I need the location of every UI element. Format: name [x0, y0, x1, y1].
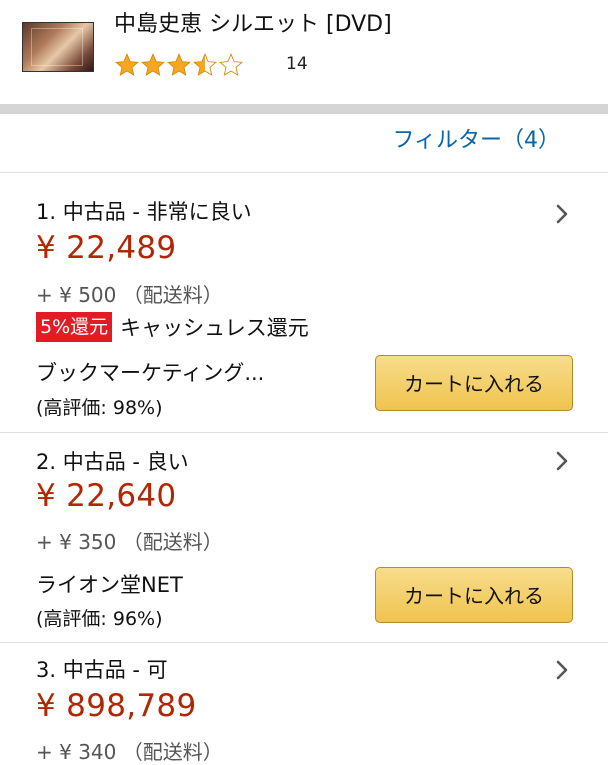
cashless-promo: 5%還元 キャッシュレス還元 [36, 312, 309, 342]
offer-price: ¥ 22,489 [36, 230, 177, 266]
filter-link[interactable]: フィルター（4） [392, 122, 560, 154]
chevron-right-icon[interactable] [552, 449, 572, 473]
add-to-cart-button[interactable]: カートに入れる [375, 567, 573, 623]
product-header: 中島史恵 シルエット [DVD] 14 [0, 0, 608, 104]
star-empty-icon [219, 53, 243, 76]
product-thumbnail[interactable] [22, 22, 94, 72]
rating-count[interactable]: 14 [286, 54, 308, 74]
star-full-icon [141, 53, 165, 76]
star-rating[interactable] [114, 50, 244, 80]
seller-name[interactable]: ライオン堂NET [36, 569, 183, 599]
star-half-icon [193, 53, 217, 76]
cashback-badge: 5%還元 [36, 312, 113, 342]
star-full-icon [115, 53, 139, 76]
seller-rating: (高評価: 98%) [36, 397, 163, 419]
offer-item[interactable]: 3. 中古品 - 可 ¥ 898,789 + ¥ 340 （配送料） [0, 642, 608, 764]
offer-condition: 3. 中古品 - 可 [36, 658, 168, 682]
offer-shipping: + ¥ 340 （配送料） [36, 740, 223, 764]
offer-item[interactable]: 2. 中古品 - 良い ¥ 22,640 + ¥ 350 （配送料） ライオン堂… [0, 432, 608, 642]
star-full-icon [167, 53, 191, 76]
chevron-right-icon[interactable] [552, 202, 572, 226]
offer-shipping: + ¥ 500 （配送料） [36, 283, 223, 307]
chevron-right-icon[interactable] [552, 658, 572, 682]
offer-condition: 2. 中古品 - 良い [36, 450, 189, 474]
seller-rating: (高評価: 96%) [36, 608, 163, 630]
offer-condition: 1. 中古品 - 非常に良い [36, 200, 252, 224]
offer-price: ¥ 898,789 [36, 688, 197, 724]
cashless-label: キャッシュレス還元 [120, 316, 309, 340]
add-to-cart-button[interactable]: カートに入れる [375, 355, 573, 411]
header-divider [0, 104, 608, 114]
product-title[interactable]: 中島史恵 シルエット [DVD] [114, 6, 392, 38]
offer-item[interactable]: 1. 中古品 - 非常に良い ¥ 22,489 + ¥ 500 （配送料） 5%… [0, 172, 608, 432]
offer-shipping: + ¥ 350 （配送料） [36, 530, 223, 554]
offer-price: ¥ 22,640 [36, 478, 177, 514]
seller-name[interactable]: ブックマーケティング... [36, 357, 264, 387]
